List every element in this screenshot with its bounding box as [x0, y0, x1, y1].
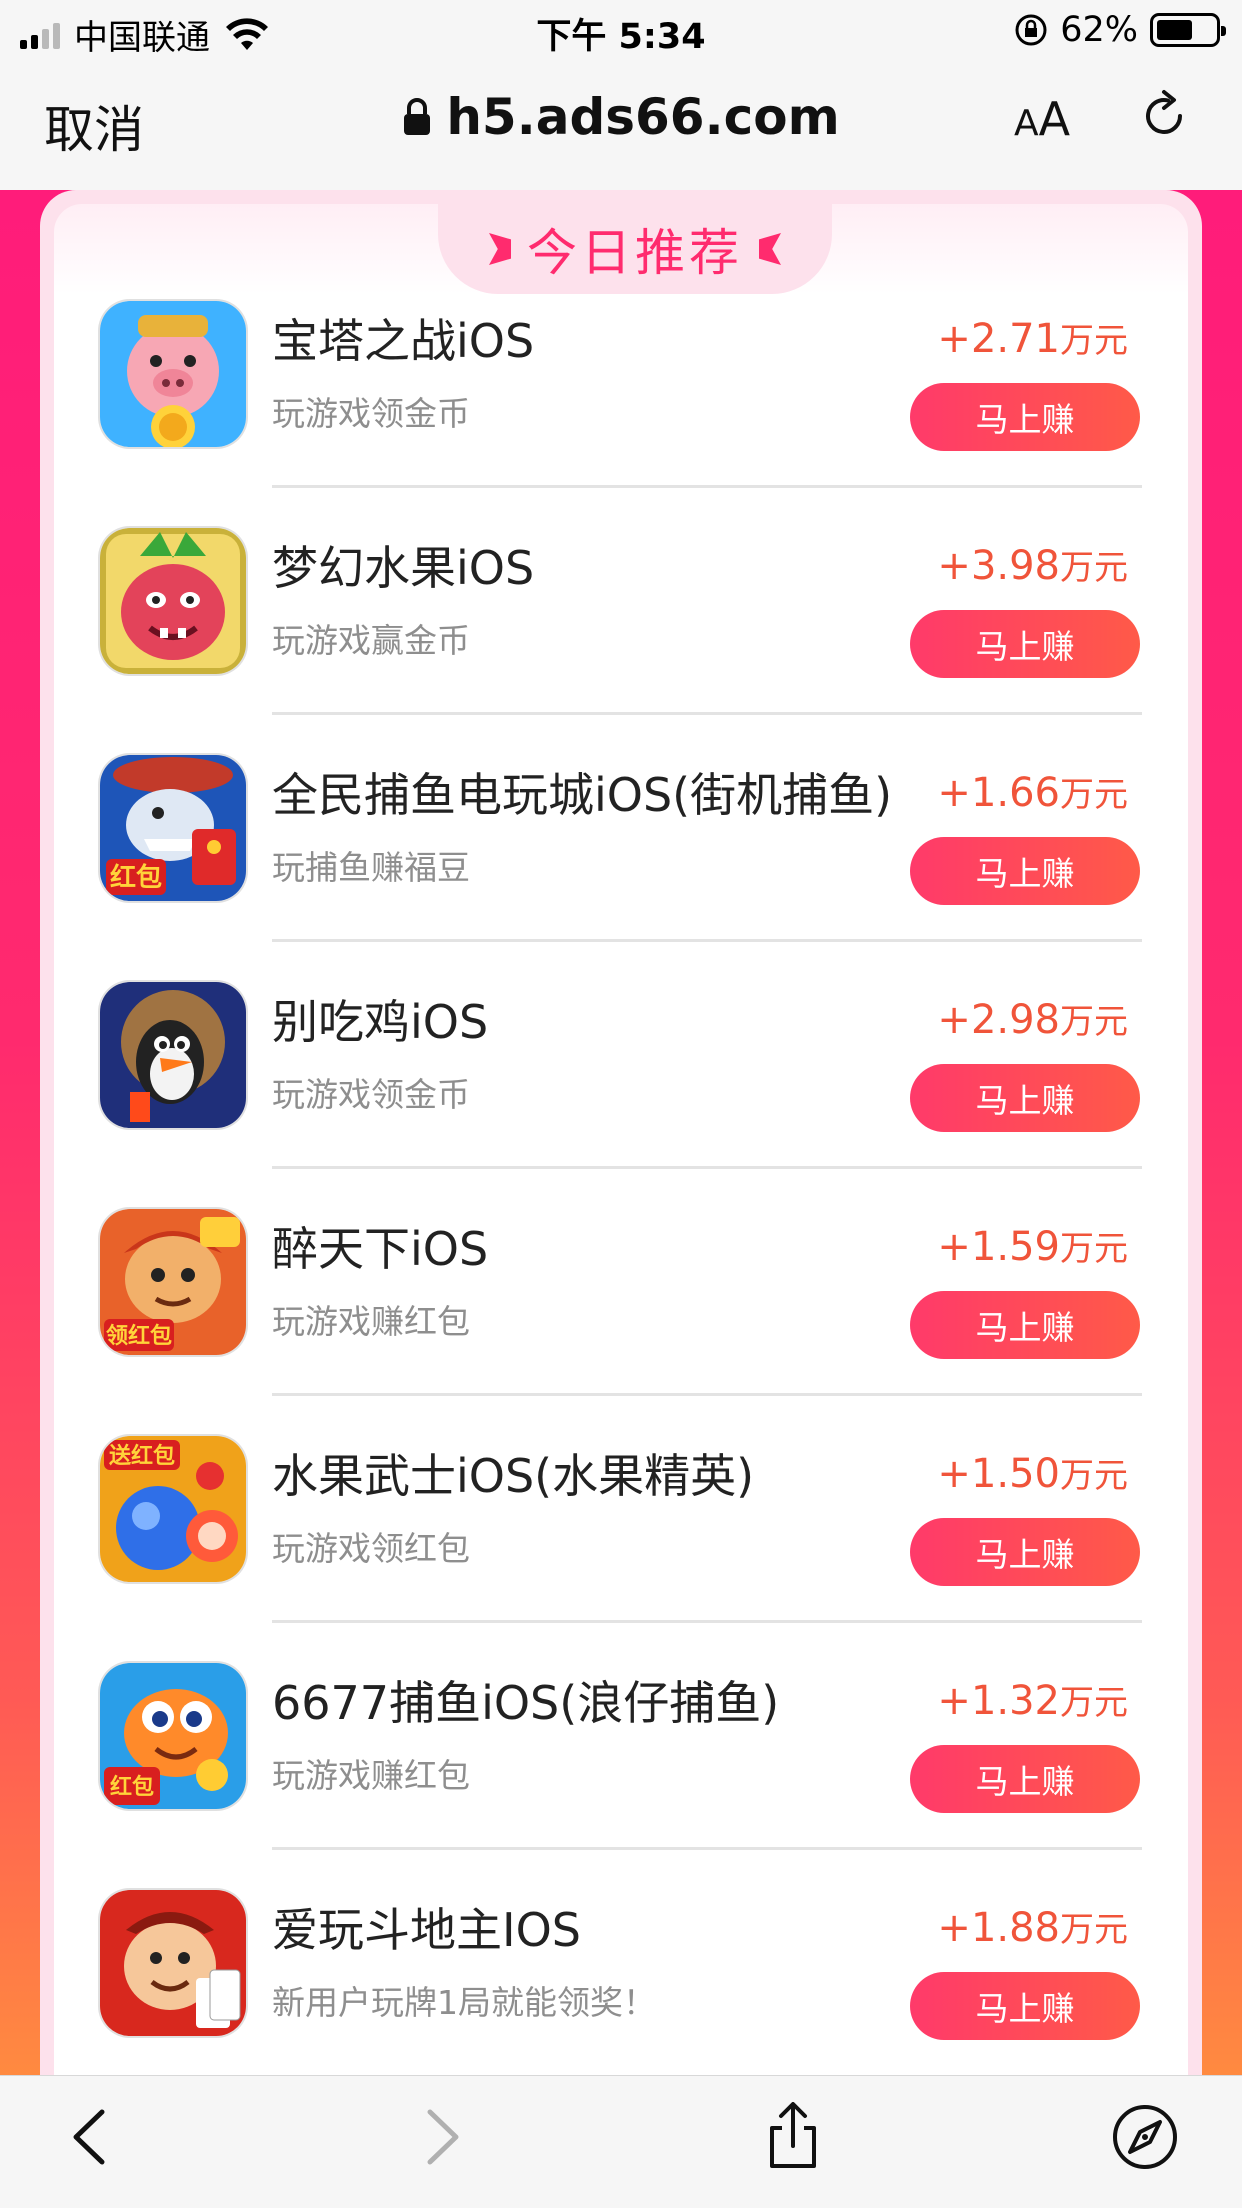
app-name: 醉天下iOS: [272, 1222, 489, 1276]
reward-value: +3.98: [937, 543, 1060, 589]
orientation-lock-icon: [1015, 14, 1047, 46]
reward-unit: 万元: [1060, 1683, 1128, 1723]
reward-value: +1.32: [937, 1678, 1060, 1724]
reward-amount: +1.32万元: [937, 1675, 1128, 1724]
landlord-cards-icon[interactable]: [100, 1890, 246, 2036]
url-text: h5.ads66.com: [446, 88, 840, 146]
reward-value: +1.50: [937, 1451, 1060, 1497]
reward-amount: +2.98万元: [937, 994, 1128, 1043]
list-item[interactable]: 红包 全民捕鱼电玩城iOS(街机捕鱼) 玩捕鱼赚福豆 +1.66万元 马上赚: [54, 597, 1188, 942]
reward-unit: 万元: [1060, 775, 1128, 815]
app-name: 别吃鸡iOS: [272, 995, 489, 1049]
app-description: 新用户玩牌1局就能领奖！: [272, 1983, 656, 2022]
app-name: 水果武士iOS(水果精英): [272, 1449, 755, 1503]
battery-icon: [1150, 13, 1226, 47]
reward-amount: +1.88万元: [937, 1902, 1128, 1951]
list-item[interactable]: 红包 6677捕鱼iOS(浪仔捕鱼) 玩游戏赚红包 +1.32万元 马上赚: [54, 1505, 1188, 1850]
compass-icon[interactable]: [1110, 2102, 1180, 2172]
list-item[interactable]: 送红包 水果武士iOS(水果精英) 玩游戏领红包 +1.50万元 马上赚: [54, 1278, 1188, 1623]
reward-unit: 万元: [1060, 1229, 1128, 1269]
recommend-card-inner: 今日推荐 宝塔之战iOS 玩游戏领金币 +2.71万元 马上赚 梦幻水果iOS …: [54, 204, 1188, 2075]
reward-amount: +3.98万元: [937, 540, 1128, 589]
list-item[interactable]: 爱玩斗地主IOS 新用户玩牌1局就能领奖！ +1.88万元 马上赚: [54, 1732, 1188, 2040]
battery-percent: 62%: [1060, 10, 1138, 50]
reload-icon[interactable]: [1134, 86, 1194, 146]
svg-text:送红包: 送红包: [109, 1443, 175, 1469]
text-size-small-label: A: [1014, 103, 1039, 144]
reward-amount: +2.71万元: [937, 313, 1128, 362]
status-right: 62%: [1014, 10, 1226, 50]
reward-value: +1.88: [937, 1905, 1060, 1951]
reward-amount: +1.59万元: [937, 1221, 1128, 1270]
list-item[interactable]: 梦幻水果iOS 玩游戏赢金币 +3.98万元 马上赚: [54, 370, 1188, 715]
list-item[interactable]: 别吃鸡iOS 玩游戏领金币 +2.98万元 马上赚: [54, 824, 1188, 1169]
reward-unit: 万元: [1060, 1456, 1128, 1496]
reward-unit: 万元: [1060, 1910, 1128, 1950]
reward-amount: +1.50万元: [937, 1448, 1128, 1497]
app-name: 6677捕鱼iOS(浪仔捕鱼): [272, 1676, 780, 1730]
reward-value: +1.66: [937, 770, 1060, 816]
reward-unit: 万元: [1060, 1002, 1128, 1042]
earn-now-button[interactable]: 马上赚: [910, 1972, 1140, 2040]
reward-unit: 万元: [1060, 548, 1128, 588]
recommend-card: 今日推荐 宝塔之战iOS 玩游戏领金币 +2.71万元 马上赚 梦幻水果iOS …: [40, 190, 1202, 2075]
reward-value: +2.98: [937, 997, 1060, 1043]
app-name: 爱玩斗地主IOS: [272, 1903, 581, 1957]
browser-bar: 取消 h5.ads66.com AA: [0, 62, 1242, 190]
chevron-left-icon[interactable]: [56, 2102, 126, 2172]
page-background: 今日推荐 宝塔之战iOS 玩游戏领金币 +2.71万元 马上赚 梦幻水果iOS …: [0, 190, 1242, 2075]
text-size-large-label: A: [1038, 92, 1071, 146]
reward-amount: +1.66万元: [937, 767, 1128, 816]
list-item[interactable]: 宝塔之战iOS 玩游戏领金币 +2.71万元 马上赚: [54, 190, 1188, 488]
app-name: 全民捕鱼电玩城iOS(街机捕鱼): [272, 768, 893, 822]
browser-toolbar: [0, 2075, 1242, 2208]
reward-value: +1.59: [937, 1224, 1060, 1270]
list-item[interactable]: 领红包 醉天下iOS 玩游戏赚红包 +1.59万元 马上赚: [54, 1051, 1188, 1396]
app-name: 梦幻水果iOS: [272, 541, 535, 595]
padlock-icon: [404, 98, 431, 135]
share-icon[interactable]: [758, 2102, 828, 2172]
text-size-button[interactable]: AA: [1014, 92, 1070, 146]
app-name: 宝塔之战iOS: [272, 314, 535, 368]
reward-value: +2.71: [937, 316, 1060, 362]
status-bar: 中国联通 下午 5:34 62%: [0, 0, 1242, 62]
reward-unit: 万元: [1060, 321, 1128, 361]
chevron-right-icon[interactable]: [406, 2102, 476, 2172]
